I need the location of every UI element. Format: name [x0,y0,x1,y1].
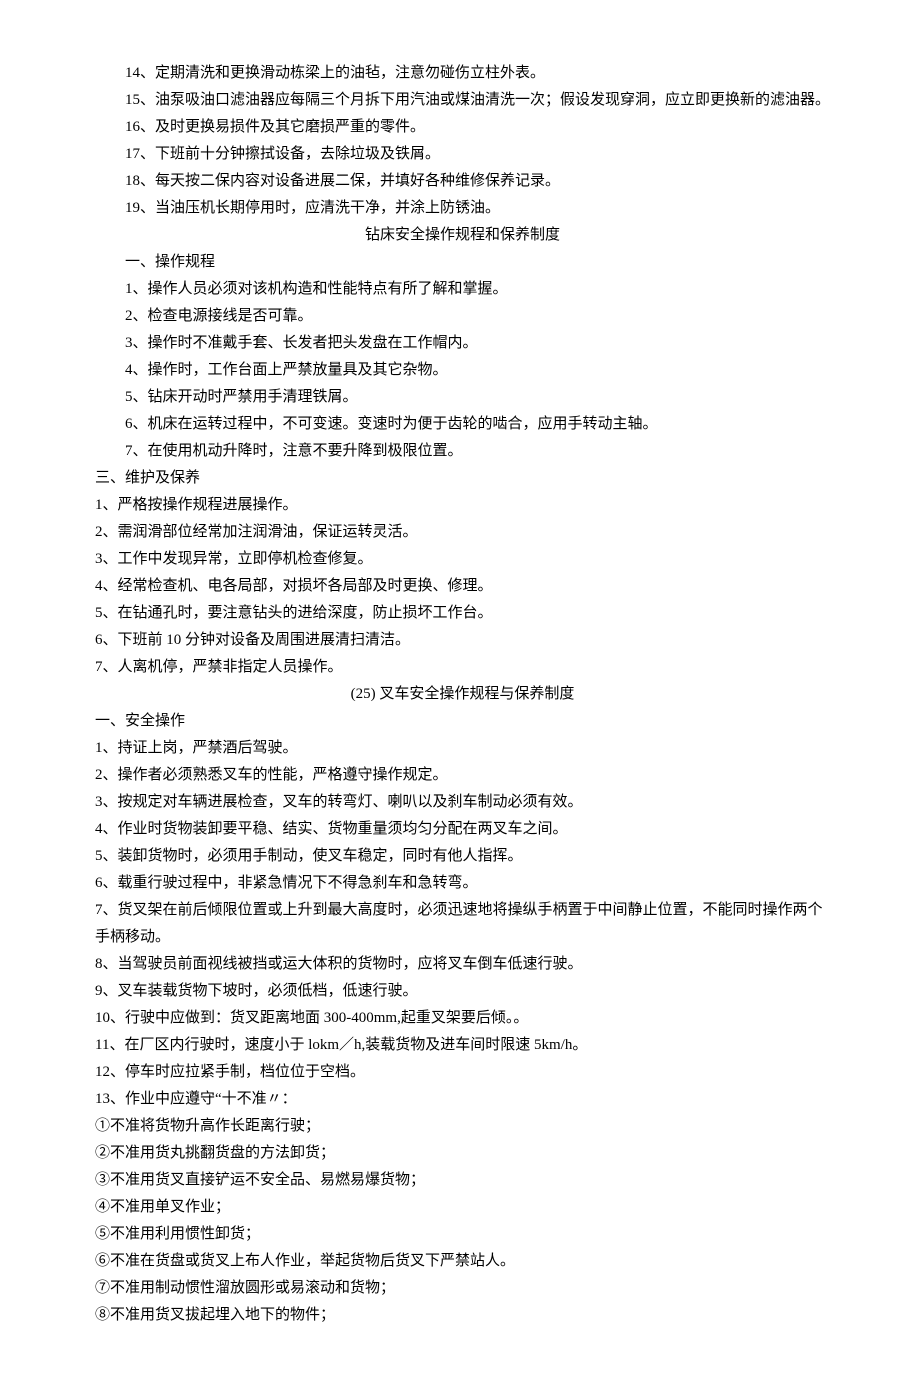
text-line: 16、及时更换易损件及其它磨损严重的零件。 [95,114,830,141]
text-line: 7、货叉架在前后倾限位置或上升到最大高度时，必须迅速地将操纵手柄置于中间静止位置… [95,897,830,951]
text-line: 一、安全操作 [95,708,830,735]
text-line: 5、钻床开动时严禁用手清理铁屑。 [95,384,830,411]
text-line: ①不准将货物升高作长距离行驶； [95,1113,830,1140]
text-line: ⑥不准在货盘或货叉上布人作业，举起货物后货叉下严禁站人。 [95,1248,830,1275]
text-line: 7、人离机停，严禁非指定人员操作。 [95,654,830,681]
text-line: 7、在使用机动升降时，注意不要升降到极限位置。 [95,438,830,465]
text-line: 13、作业中应遵守“十不准〃： [95,1086,830,1113]
text-line: 4、操作时，工作台面上严禁放量具及其它杂物。 [95,357,830,384]
text-line: 6、载重行驶过程中，非紧急情况下不得急刹车和急转弯。 [95,870,830,897]
text-line: 5、装卸货物时，必须用手制动，使叉车稳定，同时有他人指挥。 [95,843,830,870]
text-line: 1、严格按操作规程进展操作。 [95,492,830,519]
text-line: 12、停车时应拉紧手制，档位位于空档。 [95,1059,830,1086]
text-line: 3、工作中发现异常，立即停机检查修复。 [95,546,830,573]
text-line: 15、油泵吸油口滤油器应每隔三个月拆下用汽油或煤油清洗一次；假设发现穿洞，应立即… [95,87,830,114]
text-line: 6、机床在运转过程中，不可变速。变速时为便于齿轮的啮合，应用手转动主轴。 [95,411,830,438]
text-line: ⑤不准用利用惯性卸货； [95,1221,830,1248]
text-line: 2、检查电源接线是否可靠。 [95,303,830,330]
text-line: (25) 叉车安全操作规程与保养制度 [95,681,830,708]
text-line: 3、操作时不准戴手套、长发者把头发盘在工作帽内。 [95,330,830,357]
text-line: ⑧不准用货叉拔起埋入地下的物件； [95,1302,830,1329]
text-line: 2、操作者必须熟悉叉车的性能，严格遵守操作规定。 [95,762,830,789]
text-line: 2、需润滑部位经常加注润滑油，保证运转灵活。 [95,519,830,546]
text-line: ④不准用单叉作业； [95,1194,830,1221]
text-line: 14、定期清洗和更换滑动栋梁上的油毡，注意勿碰伤立柱外表。 [95,60,830,87]
text-line: 4、经常检查机、电各局部，对损坏各局部及时更换、修理。 [95,573,830,600]
text-line: 4、作业时货物装卸要平稳、结实、货物重量须均匀分配在两叉车之间。 [95,816,830,843]
text-line: ⑦不准用制动惯性溜放圆形或易滚动和货物； [95,1275,830,1302]
text-line: 钻床安全操作规程和保养制度 [95,222,830,249]
document-body: 14、定期清洗和更换滑动栋梁上的油毡，注意勿碰伤立柱外表。15、油泵吸油口滤油器… [95,60,830,1329]
text-line: ②不准用货丸挑翻货盘的方法卸货； [95,1140,830,1167]
text-line: 9、叉车装载货物下坡时，必须低档，低速行驶。 [95,978,830,1005]
text-line: 19、当油压机长期停用时，应清洗干净，并涂上防锈油。 [95,195,830,222]
text-line: 17、下班前十分钟擦拭设备，去除垃圾及铁屑。 [95,141,830,168]
text-line: 5、在钻通孔时，要注意钻头的进给深度，防止损坏工作台。 [95,600,830,627]
text-line: 一、操作规程 [95,249,830,276]
text-line: 3、按规定对车辆进展检查，叉车的转弯灯、喇叭以及刹车制动必须有效。 [95,789,830,816]
text-line: 1、操作人员必须对该机构造和性能特点有所了解和掌握。 [95,276,830,303]
text-line: 8、当驾驶员前面视线被挡或运大体积的货物时，应将叉车倒车低速行驶。 [95,951,830,978]
text-line: 10、行驶中应做到：货叉距离地面 300-400mm,起重叉架要后倾。。 [95,1005,830,1032]
text-line: 6、下班前 10 分钟对设备及周围进展清扫清洁。 [95,627,830,654]
text-line: 18、每天按二保内容对设备进展二保，并填好各种维修保养记录。 [95,168,830,195]
text-line: 11、在厂区内行驶时，速度小于 lokm／h,装载货物及进车间时限速 5km/h… [95,1032,830,1059]
text-line: 三、维护及保养 [95,465,830,492]
text-line: ③不准用货叉直接铲运不安全品、易燃易爆货物； [95,1167,830,1194]
text-line: 1、持证上岗，严禁酒后驾驶。 [95,735,830,762]
